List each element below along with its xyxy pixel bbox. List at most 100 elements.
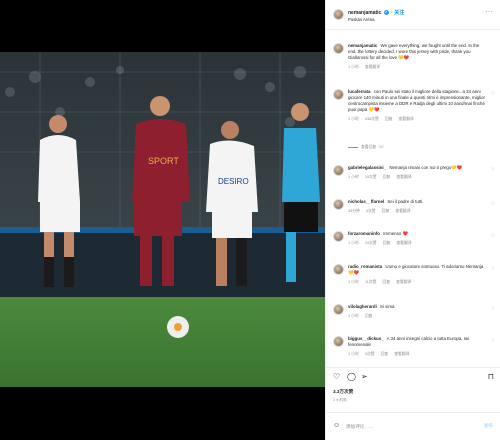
- comment-like-heart-icon[interactable]: ♡: [491, 233, 495, 239]
- comment-like-heart-icon[interactable]: ♡: [491, 266, 495, 272]
- share-icon[interactable]: ➢: [361, 373, 368, 381]
- comment-likes[interactable]: 19次赞: [365, 175, 377, 179]
- comment-username[interactable]: vilolagherardi: [348, 304, 377, 309]
- emoji-icon[interactable]: ☺: [333, 422, 340, 429]
- comment-time: 1 小时: [348, 117, 359, 121]
- svg-text:DESIRO: DESIRO: [218, 177, 249, 186]
- comment-text: Sei il padre di tutti.: [387, 199, 424, 204]
- comment-body: lucaferrata con Paulo sei stato il migli…: [348, 89, 486, 122]
- comment-text: Si sima: [380, 304, 395, 309]
- comment-icon[interactable]: ◯: [347, 373, 356, 381]
- comment-like-heart-icon[interactable]: ♡: [491, 91, 495, 97]
- comment-body: nicholas__ffarnel Sei il padre di tutti.…: [348, 199, 486, 214]
- translate-link[interactable]: 查看翻译: [396, 175, 411, 179]
- separator-dot: ·: [391, 10, 393, 16]
- comment-body: forzaromaninfo Immenso ❤️ 1 小时 20次赞 回复 查…: [348, 231, 486, 246]
- translate-link[interactable]: 查看翻译: [395, 209, 410, 213]
- bookmark-icon[interactable]: ⊓: [488, 373, 494, 381]
- comment-likes[interactable]: 20次赞: [365, 241, 377, 245]
- comment-time: 1 小时: [348, 65, 359, 69]
- avatar[interactable]: [333, 165, 344, 176]
- avatar[interactable]: [333, 89, 344, 100]
- author-username[interactable]: nemanjamatic: [348, 10, 381, 16]
- post-header: nemanjamatic ✓ · 关注 Puskás Aréna ···: [326, 0, 500, 30]
- comment-username[interactable]: forzaromaninfo: [348, 231, 380, 236]
- avatar[interactable]: [333, 231, 344, 242]
- comment-body: vilolagherardi Si sima 1 小时 回复: [348, 304, 486, 319]
- avatar[interactable]: [333, 43, 344, 54]
- comment-username[interactable]: nemanjamatic: [348, 43, 377, 48]
- comment-likes[interactable]: 536次赞: [365, 117, 379, 121]
- comment-meta: 1 小时 19次赞 回复 查看翻译: [348, 174, 486, 180]
- comment-like-heart-icon[interactable]: ♡: [491, 201, 495, 207]
- football-match-photo: SPORT DESIRO: [0, 52, 325, 387]
- heart-icon[interactable]: ♡: [333, 373, 340, 381]
- post-media: SPORT DESIRO: [0, 0, 325, 440]
- avatar[interactable]: [333, 336, 344, 347]
- author-avatar[interactable]: [333, 9, 344, 20]
- comment-meta: 1 小时 查看翻译: [348, 64, 486, 70]
- translate-link[interactable]: 查看翻译: [398, 117, 413, 121]
- reply-link[interactable]: 回复: [382, 209, 390, 213]
- post-time: 1 小时前: [333, 398, 347, 402]
- verified-badge-icon: ✓: [383, 10, 389, 16]
- view-replies-link[interactable]: 查看回复（4）: [348, 145, 386, 150]
- avatar[interactable]: [333, 199, 344, 210]
- comment-body: biggus__dickus_ A 34 anni insegni calcio…: [348, 336, 486, 357]
- translate-link[interactable]: 查看翻译: [365, 65, 380, 69]
- comment-body: nemanjamatic We gave everything, we foug…: [348, 43, 486, 70]
- comment-likes[interactable]: 4次赞: [365, 352, 375, 356]
- comment-meta: 1 小时 536次赞 回复 查看翻译: [348, 116, 486, 122]
- comment-time: 33分钟: [348, 209, 360, 213]
- comment-meta: 33分钟 3次赞 回复 查看翻译: [348, 208, 486, 214]
- comment-body: gabrielegalassini_ Nemanja rimani con no…: [348, 165, 486, 180]
- reply-link[interactable]: 回复: [365, 314, 373, 318]
- comments-list[interactable]: nemanjamatic We gave everything, we foug…: [326, 31, 500, 367]
- translate-link[interactable]: 查看翻译: [396, 280, 411, 284]
- comment-time: 1 小时: [348, 241, 359, 245]
- likes-count[interactable]: 3.3万次赞: [333, 389, 353, 395]
- avatar[interactable]: [333, 304, 344, 315]
- author-line: nemanjamatic ✓ · 关注: [348, 9, 404, 16]
- comment-meta: 1 小时 20次赞 回复 查看翻译: [348, 240, 486, 246]
- more-icon[interactable]: ···: [486, 9, 494, 15]
- comment-meta: 1 小时 4次赞 回复 查看翻译: [348, 351, 486, 357]
- comment-username[interactable]: nicholas__ffarnel: [348, 199, 384, 204]
- reply-link[interactable]: 回复: [383, 241, 391, 245]
- comment-body: radio_romanista Uomo e giocatore sontuos…: [348, 264, 486, 285]
- reply-link[interactable]: 回复: [383, 175, 391, 179]
- translate-link[interactable]: 查看翻译: [396, 241, 411, 245]
- comment-meta: 1 小时 回复: [348, 313, 486, 319]
- instagram-post-modal: SPORT DESIRO nemanjamatic ✓ · 关注 Puskás …: [0, 0, 500, 440]
- post-side-panel: nemanjamatic ✓ · 关注 Puskás Aréna ··· nem…: [325, 0, 500, 440]
- add-comment-bar: ☺ 发布: [326, 412, 500, 440]
- follow-button[interactable]: 关注: [394, 10, 404, 16]
- comment-username[interactable]: radio_romanista: [348, 264, 382, 269]
- comment-likes[interactable]: 3次赞: [366, 209, 376, 213]
- translate-link[interactable]: 查看翻译: [394, 352, 409, 356]
- post-actions-bar: ♡ ◯ ➢ ⊓: [326, 367, 500, 385]
- comment-username[interactable]: gabrielegalassini_: [348, 165, 386, 170]
- comment-meta: 1 小时 11次赞 回复 查看翻译: [348, 279, 486, 285]
- comment-time: 1 小时: [348, 280, 359, 284]
- comment-username[interactable]: lucaferrata: [348, 89, 370, 94]
- comment-username[interactable]: biggus__dickus_: [348, 336, 384, 341]
- comment-time: 1 小时: [348, 352, 359, 356]
- post-location[interactable]: Puskás Aréna: [348, 17, 375, 22]
- add-comment-input[interactable]: [346, 421, 466, 431]
- comment-text: Nemanja rimani con noi ti prego💛❤️: [389, 165, 463, 170]
- comment-like-heart-icon[interactable]: ♡: [491, 338, 495, 344]
- reply-link[interactable]: 回复: [385, 117, 393, 121]
- post-comment-button[interactable]: 发布: [484, 423, 493, 429]
- comment-like-heart-icon[interactable]: ♡: [491, 167, 495, 173]
- svg-text:SPORT: SPORT: [148, 156, 179, 166]
- comment-like-heart-icon[interactable]: ♡: [491, 306, 495, 312]
- comment-time: 1 小时: [348, 314, 359, 318]
- comment-text: Immenso ❤️: [383, 231, 408, 236]
- post-photo[interactable]: SPORT DESIRO: [0, 52, 325, 387]
- avatar[interactable]: [333, 264, 344, 275]
- reply-link[interactable]: 回复: [381, 352, 389, 356]
- comment-likes[interactable]: 11次赞: [365, 280, 377, 284]
- reply-link[interactable]: 回复: [382, 280, 390, 284]
- comment-time: 1 小时: [348, 175, 359, 179]
